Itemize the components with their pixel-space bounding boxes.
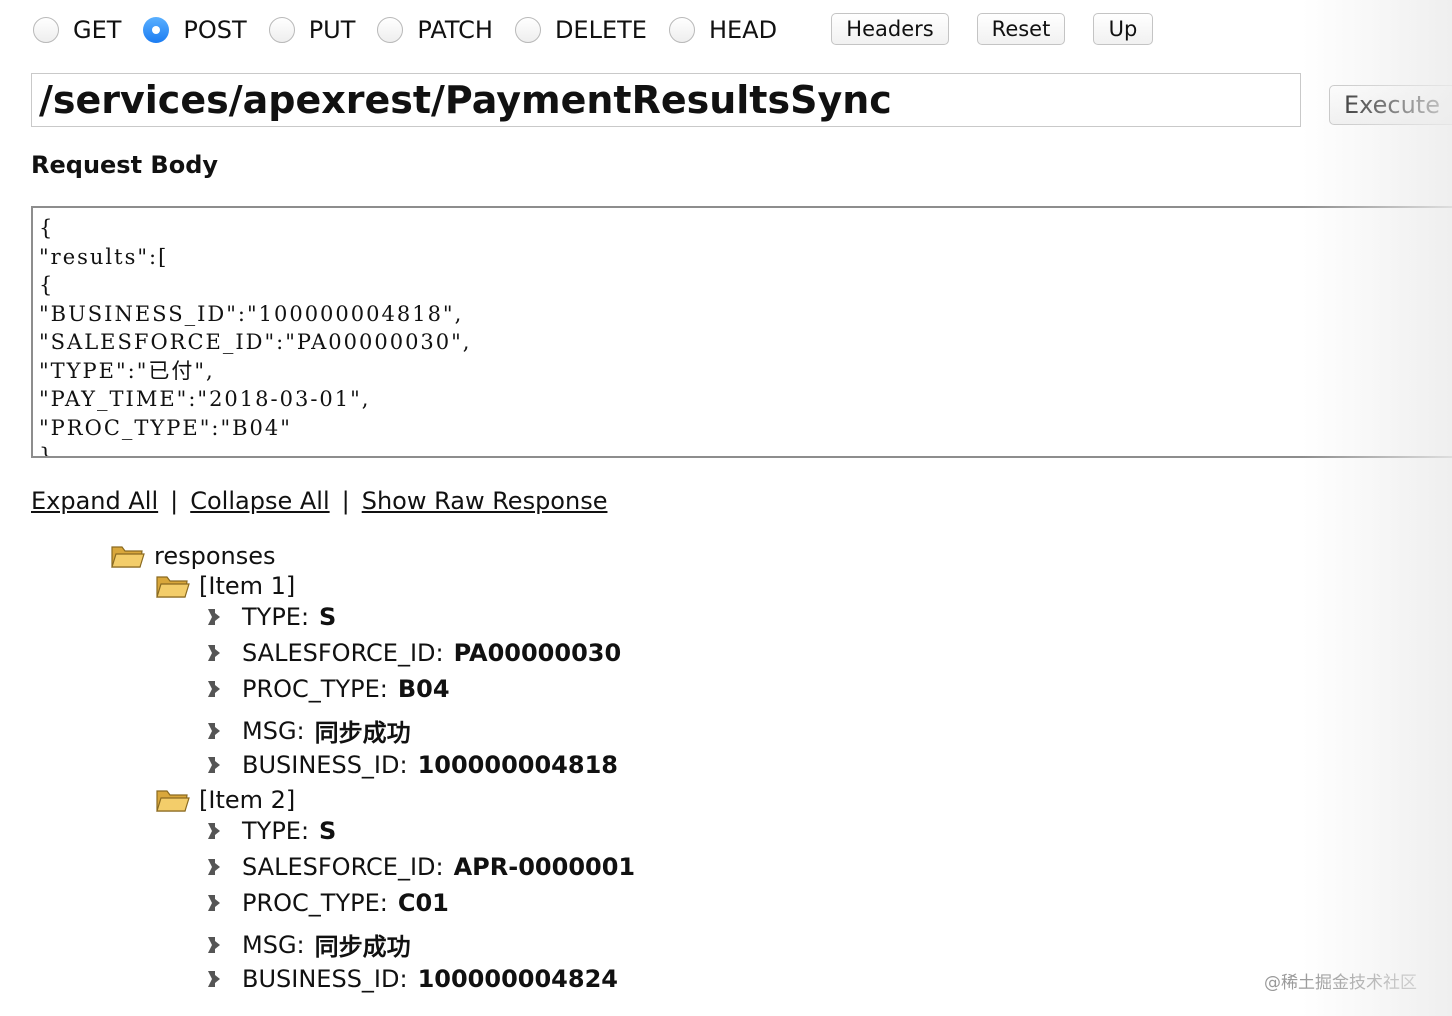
request-body-textarea[interactable]: { "results":[ { "BUSINESS_ID":"100000004… bbox=[31, 206, 1452, 458]
leaf-value: APR-0000001 bbox=[453, 853, 636, 881]
leaf-value: 100000004824 bbox=[417, 965, 618, 993]
leaf-value: S bbox=[319, 817, 337, 845]
leaf-node-icon bbox=[208, 936, 220, 953]
tree-node-label: [Item 1] bbox=[199, 572, 296, 600]
leaf-node-icon bbox=[208, 971, 220, 987]
radio-delete[interactable] bbox=[514, 17, 541, 43]
watermark: @稀土掘金技术社区 bbox=[1264, 973, 1417, 993]
leaf-value: C01 bbox=[397, 889, 449, 917]
expand-all-link[interactable]: Expand All bbox=[31, 487, 158, 515]
leaf-value: 同步成功 bbox=[314, 933, 411, 961]
leaf-key: MSG: bbox=[242, 930, 305, 959]
leaf-node-icon bbox=[208, 609, 220, 625]
tree-node-item-2[interactable]: [Item 2] bbox=[156, 786, 295, 814]
radio-head[interactable] bbox=[668, 17, 695, 43]
radio-get[interactable] bbox=[33, 17, 59, 43]
method-get-label: GET bbox=[73, 16, 122, 44]
headers-button[interactable]: Headers bbox=[831, 13, 949, 45]
tree-node-label: responses bbox=[154, 542, 276, 570]
reset-button[interactable]: Reset bbox=[977, 13, 1065, 45]
tree-node-responses[interactable]: responses bbox=[111, 542, 276, 570]
radio-put[interactable] bbox=[268, 17, 295, 43]
show-raw-response-link[interactable]: Show Raw Response bbox=[362, 487, 608, 515]
tree-leaf[interactable]: MSG: 同步成功 bbox=[206, 713, 411, 748]
url-input[interactable] bbox=[31, 73, 1301, 127]
method-patch-label: PATCH bbox=[417, 16, 493, 44]
folder-open-icon bbox=[156, 576, 190, 598]
method-patch-option[interactable]: PATCH bbox=[377, 16, 493, 44]
leaf-node-icon bbox=[208, 859, 220, 875]
method-put-label: PUT bbox=[308, 16, 356, 44]
leaf-node-icon bbox=[208, 722, 220, 739]
response-links: Expand All | Collapse All | Show Raw Res… bbox=[31, 487, 607, 515]
tree-leaf[interactable]: SALESFORCE_ID: APR-0000001 bbox=[206, 853, 635, 881]
tree-leaf[interactable]: TYPE: S bbox=[206, 603, 336, 631]
leaf-key: SALESFORCE_ID: bbox=[242, 639, 444, 667]
leaf-key: TYPE: bbox=[242, 817, 310, 845]
leaf-value: S bbox=[319, 603, 337, 631]
leaf-key: TYPE: bbox=[242, 603, 310, 631]
tree-leaf[interactable]: MSG: 同步成功 bbox=[206, 927, 411, 962]
leaf-key: BUSINESS_ID: bbox=[242, 751, 408, 779]
tree-leaf[interactable]: BUSINESS_ID: 100000004824 bbox=[206, 965, 618, 993]
leaf-key: MSG: bbox=[242, 716, 305, 745]
link-separator: | bbox=[341, 487, 350, 515]
folder-open-icon bbox=[111, 546, 145, 568]
tree-leaf[interactable]: SALESFORCE_ID: PA00000030 bbox=[206, 639, 621, 667]
leaf-key: PROC_TYPE: bbox=[242, 889, 388, 917]
up-button[interactable]: Up bbox=[1093, 13, 1153, 45]
tree-leaf[interactable]: BUSINESS_ID: 100000004818 bbox=[206, 751, 618, 779]
request-body-title: Request Body bbox=[31, 151, 219, 179]
edge-shadow bbox=[1302, 0, 1452, 1016]
leaf-value: B04 bbox=[397, 675, 450, 703]
leaf-value: 100000004818 bbox=[417, 751, 618, 779]
leaf-key: SALESFORCE_ID: bbox=[242, 853, 444, 881]
radio-post[interactable] bbox=[143, 17, 170, 43]
folder-open-icon bbox=[156, 790, 190, 812]
method-head-option[interactable]: HEAD bbox=[668, 16, 778, 44]
method-post-option[interactable]: POST bbox=[143, 16, 247, 44]
tree-leaf[interactable]: PROC_TYPE: C01 bbox=[206, 889, 449, 917]
collapse-all-link[interactable]: Collapse All bbox=[190, 487, 329, 515]
leaf-value: 同步成功 bbox=[314, 719, 411, 747]
method-head-label: HEAD bbox=[708, 16, 778, 44]
link-separator: | bbox=[170, 487, 179, 515]
leaf-node-icon bbox=[208, 823, 220, 839]
method-selector: GET POST PUT PATCH DELETE HEAD bbox=[33, 12, 799, 48]
radio-patch[interactable] bbox=[377, 17, 404, 43]
tree-node-item-1[interactable]: [Item 1] bbox=[156, 572, 295, 600]
method-delete-option[interactable]: DELETE bbox=[514, 16, 647, 44]
leaf-value: PA00000030 bbox=[453, 639, 622, 667]
leaf-node-icon bbox=[208, 895, 220, 911]
leaf-node-icon bbox=[208, 757, 220, 773]
execute-button[interactable]: Execute bbox=[1329, 85, 1452, 125]
leaf-key: BUSINESS_ID: bbox=[242, 965, 408, 993]
tree-leaf[interactable]: PROC_TYPE: B04 bbox=[206, 675, 450, 703]
method-post-label: POST bbox=[183, 16, 247, 44]
method-put-option[interactable]: PUT bbox=[268, 16, 356, 44]
method-delete-label: DELETE bbox=[554, 16, 647, 44]
leaf-key: PROC_TYPE: bbox=[242, 675, 388, 703]
leaf-node-icon bbox=[208, 681, 220, 697]
leaf-node-icon bbox=[208, 645, 220, 661]
tree-node-label: [Item 2] bbox=[199, 786, 296, 814]
tree-leaf[interactable]: TYPE: S bbox=[206, 817, 336, 845]
method-get-option[interactable]: GET bbox=[33, 16, 121, 44]
